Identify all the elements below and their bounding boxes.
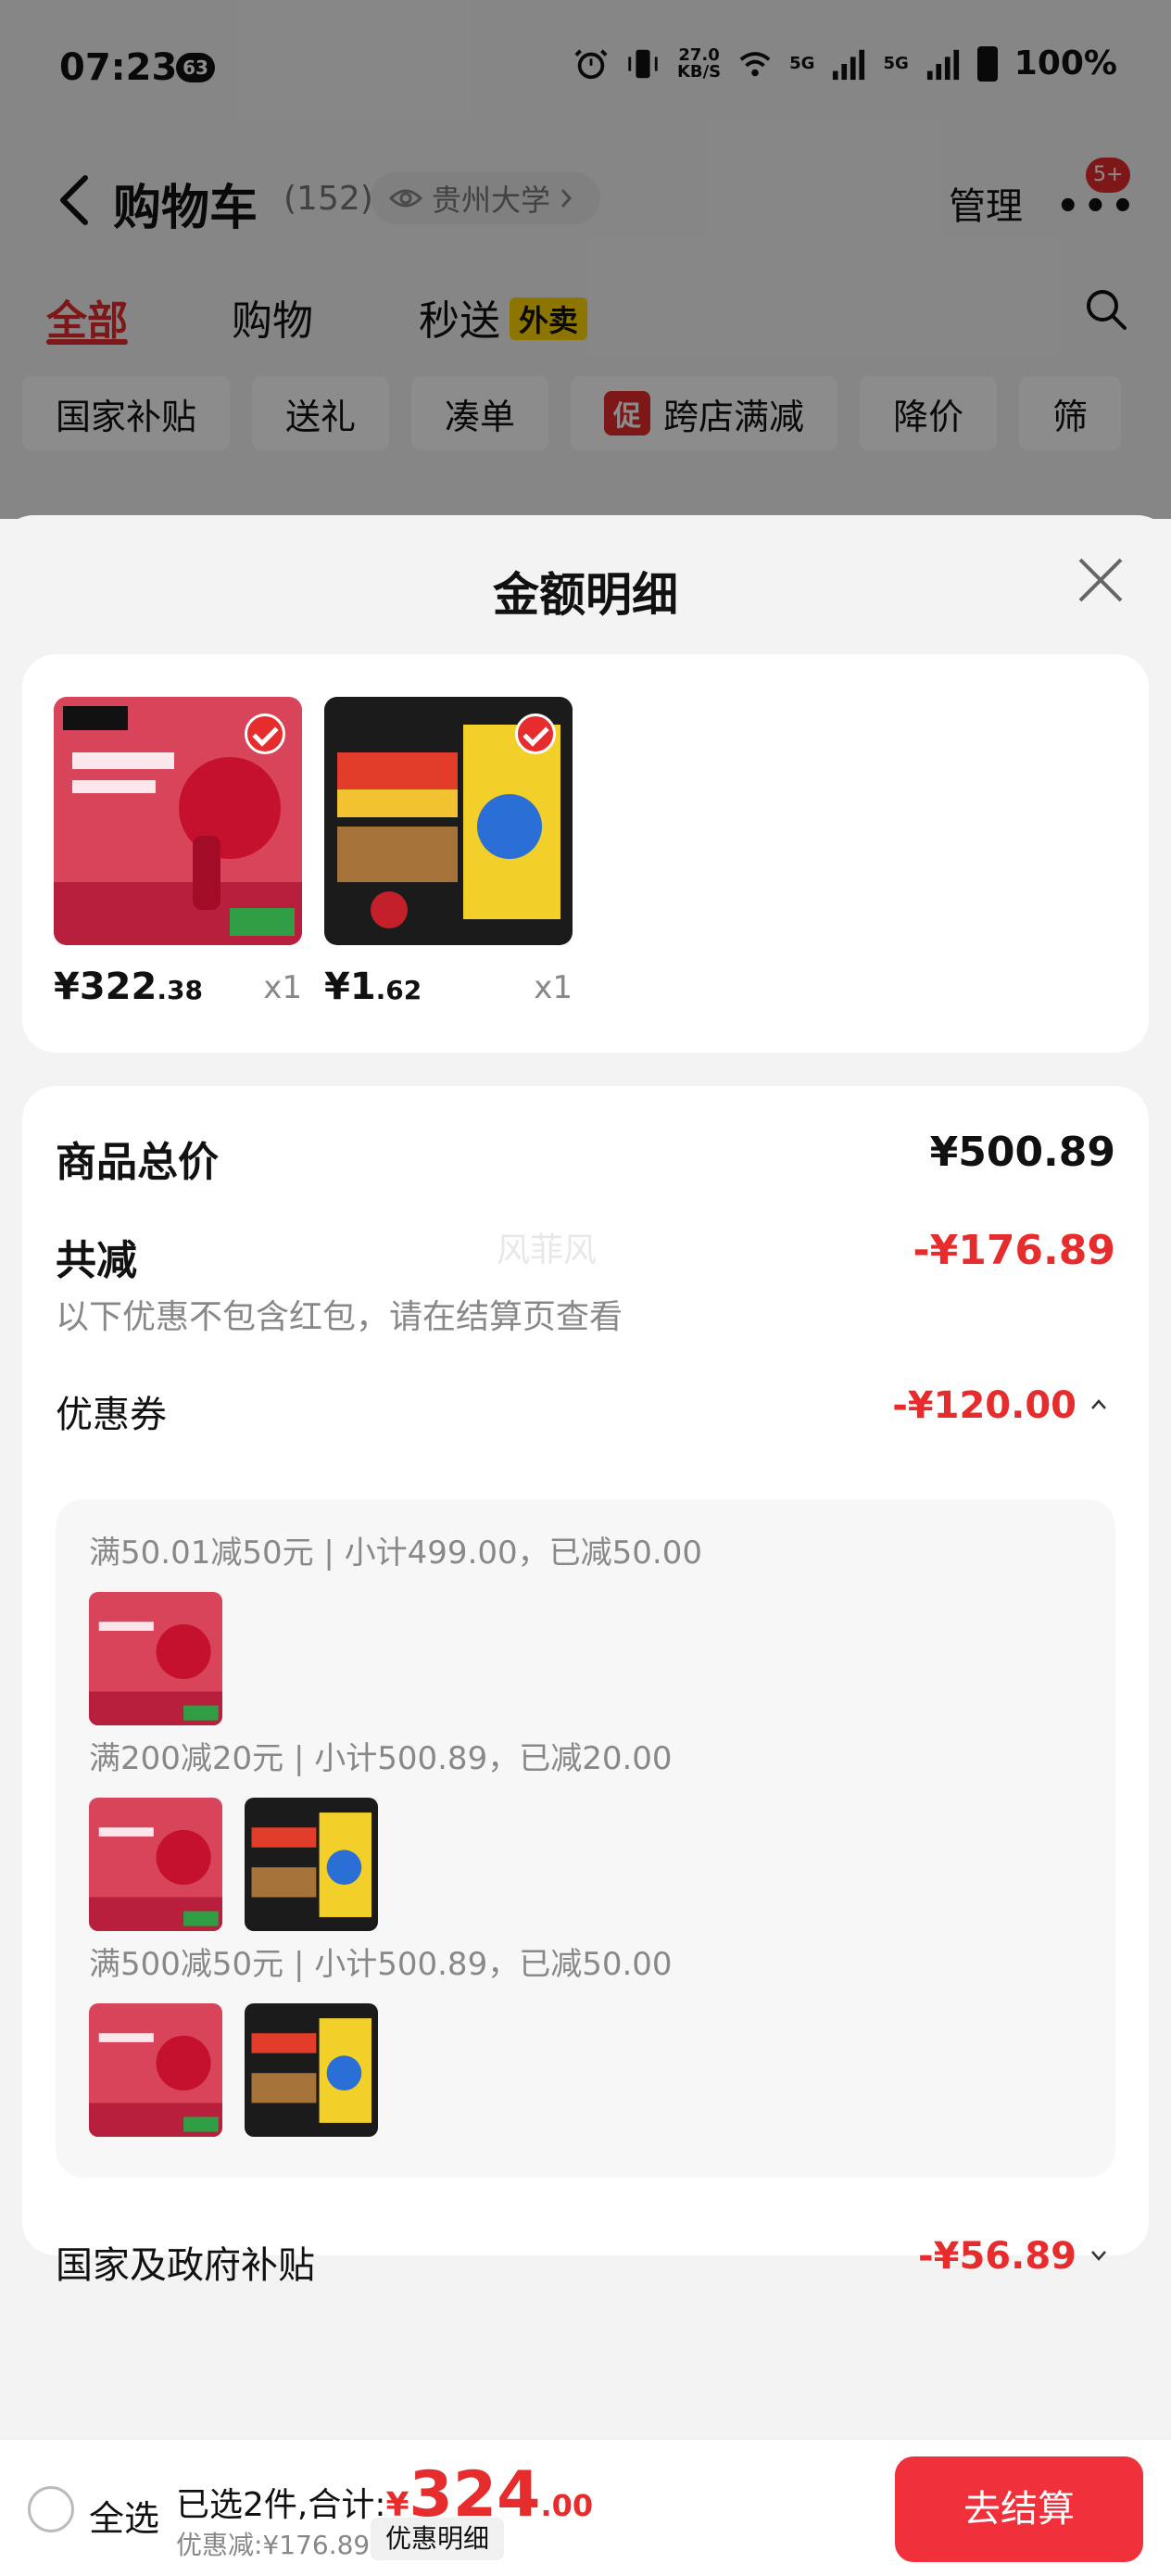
- close-icon[interactable]: [1075, 554, 1127, 606]
- subsidy-toggle[interactable]: -¥56.89: [918, 2235, 1108, 2278]
- coupon-label[interactable]: 优惠券: [56, 1384, 167, 1438]
- checked-icon: [245, 713, 285, 754]
- goods-item[interactable]: ¥322.38 x1: [54, 697, 302, 1008]
- total-value: ¥500.89: [929, 1129, 1115, 1176]
- chevron-up-icon: [1091, 1399, 1106, 1409]
- discount-detail-button[interactable]: 优惠明细: [371, 2518, 505, 2560]
- hair-dryer-thumbnail: [89, 1592, 222, 1725]
- coupon-thumbs: [89, 1592, 222, 1725]
- selected-prefix: 已选2件,合计:: [176, 2486, 386, 2524]
- modal-overlay[interactable]: [0, 0, 1171, 519]
- coupon-value: -¥120.00: [892, 1384, 1077, 1427]
- fish-food-thumbnail: [245, 2003, 378, 2137]
- coupon-desc: 满50.01减50元 | 小计499.00，已减50.00: [89, 1534, 702, 1572]
- total-dec: .00: [540, 2488, 594, 2523]
- coupon-thumbs: [89, 2003, 378, 2137]
- coupon-toggle[interactable]: -¥120.00: [892, 1384, 1108, 1427]
- fish-food-thumbnail: [245, 1798, 378, 1931]
- checkout-bar: 全选 已选2件,合计:¥324.00 优惠减:¥176.89 优惠明细 去结算: [0, 2439, 1171, 2576]
- subsidy-value: -¥56.89: [918, 2235, 1077, 2278]
- coupon-desc: 满200减20元 | 小计500.89，已减20.00: [89, 1740, 673, 1777]
- select-all-label[interactable]: 全选: [89, 2490, 159, 2541]
- coupon-desc: 满500减50元 | 小计500.89，已减50.00: [89, 1946, 673, 1983]
- hair-dryer-thumbnail: [54, 697, 302, 945]
- checkout-button[interactable]: 去结算: [895, 2456, 1143, 2562]
- subsidy-label[interactable]: 国家及政府补贴: [56, 2235, 315, 2289]
- hair-dryer-thumbnail: [89, 1798, 222, 1931]
- watermark-text: 风菲风: [497, 1231, 598, 1269]
- sheet-title: 金额明细: [493, 568, 678, 622]
- checked-icon: [515, 713, 556, 754]
- amount-detail-sheet: 金额明细 ¥322.38 x1 ¥1.62 x1 商品总价 ¥500.89 风菲…: [0, 515, 1171, 2576]
- goods-price: ¥1.62: [324, 966, 422, 1008]
- goods-price: ¥322.38: [54, 966, 203, 1008]
- total-label: 商品总价: [56, 1139, 219, 1186]
- hair-dryer-thumbnail: [89, 2003, 222, 2137]
- selected-goods-card: ¥322.38 x1 ¥1.62 x1: [22, 654, 1149, 1053]
- reduce-label: 共减: [56, 1237, 137, 1284]
- discount-summary: 优惠减:¥176.89: [176, 2530, 371, 2560]
- fish-food-thumbnail: [324, 697, 573, 945]
- goods-qty: x1: [534, 969, 573, 1006]
- coupon-breakdown: 满50.01减50元 | 小计499.00，已减50.00 满200减20元 |…: [56, 1499, 1115, 2178]
- select-all-radio[interactable]: [28, 2486, 74, 2532]
- goods-qty: x1: [263, 969, 302, 1006]
- coupon-thumbs: [89, 1798, 378, 1931]
- goods-item[interactable]: ¥1.62 x1: [324, 697, 573, 1008]
- chevron-down-icon: [1091, 2251, 1106, 2261]
- reduce-value: -¥176.89: [913, 1227, 1115, 1274]
- price-detail-card: 商品总价 ¥500.89 风菲风 共减 -¥176.89 以下优惠不包含红包，请…: [22, 1086, 1149, 2287]
- reduce-note: 以下优惠不包含红包，请在结算页查看: [56, 1298, 623, 1336]
